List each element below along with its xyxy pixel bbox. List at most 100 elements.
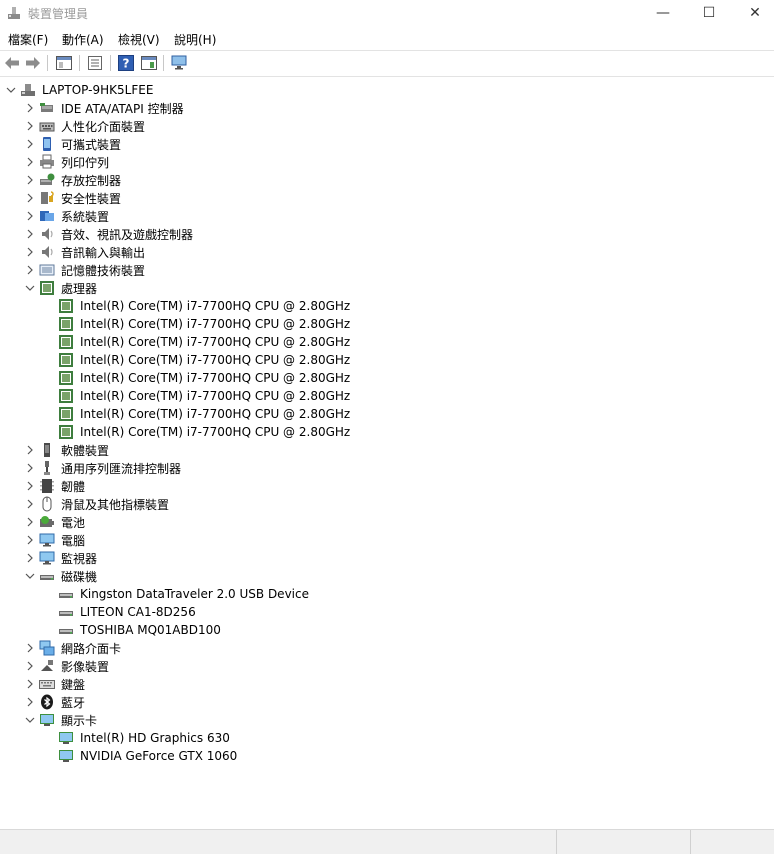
- tree-item-label: Intel(R) HD Graphics 630: [80, 731, 230, 745]
- tree-category-item[interactable]: 軟體裝置: [23, 441, 109, 459]
- tree-item-label: LITEON CA1-8D256: [80, 605, 196, 619]
- tree-item-label: Intel(R) Core(TM) i7-7700HQ CPU @ 2.80GH…: [80, 335, 351, 349]
- camera-icon: [39, 658, 55, 674]
- scan-hardware-button[interactable]: [171, 54, 189, 72]
- chevron-right-icon[interactable]: [23, 243, 37, 261]
- chevron-right-icon[interactable]: [23, 135, 37, 153]
- tree-category-item[interactable]: 可攜式裝置: [23, 135, 121, 153]
- chevron-right-icon[interactable]: [23, 531, 37, 549]
- tree-category-item[interactable]: 系統裝置: [23, 207, 109, 225]
- toolbar: ?: [0, 51, 774, 75]
- tree-category-item[interactable]: 存放控制器: [23, 171, 121, 189]
- cpu-icon: [58, 334, 74, 350]
- tree-category-item[interactable]: 鍵盤: [23, 675, 85, 693]
- tree-category-item[interactable]: 影像裝置: [23, 657, 109, 675]
- properties-icon: [88, 56, 102, 70]
- help-button[interactable]: ?: [117, 54, 135, 72]
- tree-category-item[interactable]: 音效、視訊及遊戲控制器: [23, 225, 193, 243]
- tree-category-item[interactable]: 監視器: [23, 549, 97, 567]
- tree-device-item[interactable]: Intel(R) HD Graphics 630: [42, 729, 230, 747]
- chevron-right-icon[interactable]: [23, 153, 37, 171]
- toolbar-divider: [110, 55, 111, 71]
- chevron-right-icon[interactable]: [23, 225, 37, 243]
- tree-category-item[interactable]: 人性化介面裝置: [23, 117, 145, 135]
- cpu-icon: [58, 424, 74, 440]
- chevron-right-icon[interactable]: [23, 477, 37, 495]
- action-pane-button[interactable]: [140, 54, 158, 72]
- minimize-button[interactable]: —: [640, 0, 686, 26]
- title-bar: 裝置管理員 — ☐ ✕: [0, 0, 774, 26]
- chevron-right-icon[interactable]: [23, 171, 37, 189]
- status-divider: [690, 830, 691, 854]
- menu-action[interactable]: 動作(A): [62, 31, 104, 48]
- chevron-right-icon[interactable]: [23, 207, 37, 225]
- cpu-icon: [58, 406, 74, 422]
- tree-item-label: 影像裝置: [61, 659, 110, 674]
- chevron-right-icon[interactable]: [23, 261, 37, 279]
- menu-view[interactable]: 檢視(V): [118, 31, 160, 48]
- tree-device-item[interactable]: Intel(R) Core(TM) i7-7700HQ CPU @ 2.80GH…: [42, 387, 350, 405]
- tree-category-item[interactable]: 網路介面卡: [23, 639, 121, 657]
- tree-category-item[interactable]: 藍牙: [23, 693, 85, 711]
- keyboard-icon: [39, 676, 55, 692]
- tree-device-item[interactable]: Intel(R) Core(TM) i7-7700HQ CPU @ 2.80GH…: [42, 333, 350, 351]
- maximize-icon: ☐: [702, 5, 716, 21]
- tree-device-item[interactable]: Intel(R) Core(TM) i7-7700HQ CPU @ 2.80GH…: [42, 369, 350, 387]
- chevron-right-icon[interactable]: [23, 441, 37, 459]
- forward-button[interactable]: [24, 54, 42, 72]
- tree-category-item[interactable]: 安全性裝置: [23, 189, 121, 207]
- tree-category-item[interactable]: 通用序列匯流排控制器: [23, 459, 181, 477]
- properties-button[interactable]: [86, 54, 104, 72]
- chevron-right-icon[interactable]: [23, 657, 37, 675]
- chevron-right-icon[interactable]: [23, 99, 37, 117]
- chevron-down-icon[interactable]: [4, 81, 18, 99]
- tree-category-item[interactable]: 滑鼠及其他指標裝置: [23, 495, 169, 513]
- chevron-right-icon[interactable]: [23, 693, 37, 711]
- device-tree[interactable]: LAPTOP-9HK5LFEE IDE ATA/ATAPI 控制器 人性化介面裝置可…: [0, 81, 774, 826]
- scan-hardware-icon: [171, 55, 187, 70]
- tree-device-item[interactable]: Intel(R) Core(TM) i7-7700HQ CPU @ 2.80GH…: [42, 351, 350, 369]
- menu-help[interactable]: 說明(H): [174, 31, 216, 48]
- tree-category-item[interactable]: 處理器: [23, 279, 97, 297]
- tree-category-item[interactable]: 電腦: [23, 531, 85, 549]
- tree-category-item[interactable]: 電池: [23, 513, 85, 531]
- maximize-button[interactable]: ☐: [686, 0, 732, 26]
- tree-category-item[interactable]: 顯示卡: [23, 711, 97, 729]
- chevron-down-icon[interactable]: [23, 567, 37, 585]
- chevron-right-icon[interactable]: [23, 117, 37, 135]
- tree-device-item[interactable]: Intel(R) Core(TM) i7-7700HQ CPU @ 2.80GH…: [42, 405, 350, 423]
- chevron-right-icon[interactable]: [23, 675, 37, 693]
- chevron-right-icon[interactable]: [23, 639, 37, 657]
- chevron-right-icon[interactable]: [23, 513, 37, 531]
- tree-device-item[interactable]: TOSHIBA MQ01ABD100: [42, 621, 221, 639]
- chevron-right-icon[interactable]: [23, 549, 37, 567]
- tree-device-item[interactable]: Intel(R) Core(TM) i7-7700HQ CPU @ 2.80GH…: [42, 297, 350, 315]
- toolbar-divider: [47, 55, 48, 71]
- tree-device-item[interactable]: Kingston DataTraveler 2.0 USB Device: [42, 585, 309, 603]
- chevron-down-icon[interactable]: [23, 711, 37, 729]
- tree-category-item[interactable]: IDE ATA/ATAPI 控制器: [23, 99, 184, 117]
- close-button[interactable]: ✕: [732, 0, 774, 26]
- tree-item-label: 記憶體技術裝置: [61, 263, 146, 278]
- back-button[interactable]: [3, 54, 21, 72]
- chevron-right-icon[interactable]: [23, 189, 37, 207]
- security-icon: [39, 190, 55, 206]
- chevron-right-icon[interactable]: [23, 495, 37, 513]
- tree-category-item[interactable]: 記憶體技術裝置: [23, 261, 145, 279]
- tree-category-item[interactable]: 韌體: [23, 477, 85, 495]
- tree-device-item[interactable]: LITEON CA1-8D256: [42, 603, 196, 621]
- menu-file[interactable]: 檔案(F): [8, 31, 48, 48]
- chevron-down-icon[interactable]: [23, 279, 37, 297]
- tree-category-item[interactable]: 磁碟機: [23, 567, 97, 585]
- tree-root-item[interactable]: LAPTOP-9HK5LFEE: [4, 81, 153, 99]
- tree-category-item[interactable]: 音訊輸入與輸出: [23, 243, 145, 261]
- tree-device-item[interactable]: NVIDIA GeForce GTX 1060: [42, 747, 237, 765]
- tree-device-item[interactable]: Intel(R) Core(TM) i7-7700HQ CPU @ 2.80GH…: [42, 315, 350, 333]
- tree-device-item[interactable]: Intel(R) Core(TM) i7-7700HQ CPU @ 2.80GH…: [42, 423, 350, 441]
- show-hide-tree-button[interactable]: [55, 54, 73, 72]
- chevron-right-icon[interactable]: [23, 459, 37, 477]
- tree-item-label: Intel(R) Core(TM) i7-7700HQ CPU @ 2.80GH…: [80, 353, 351, 367]
- tree-category-item[interactable]: 列印佇列: [23, 153, 109, 171]
